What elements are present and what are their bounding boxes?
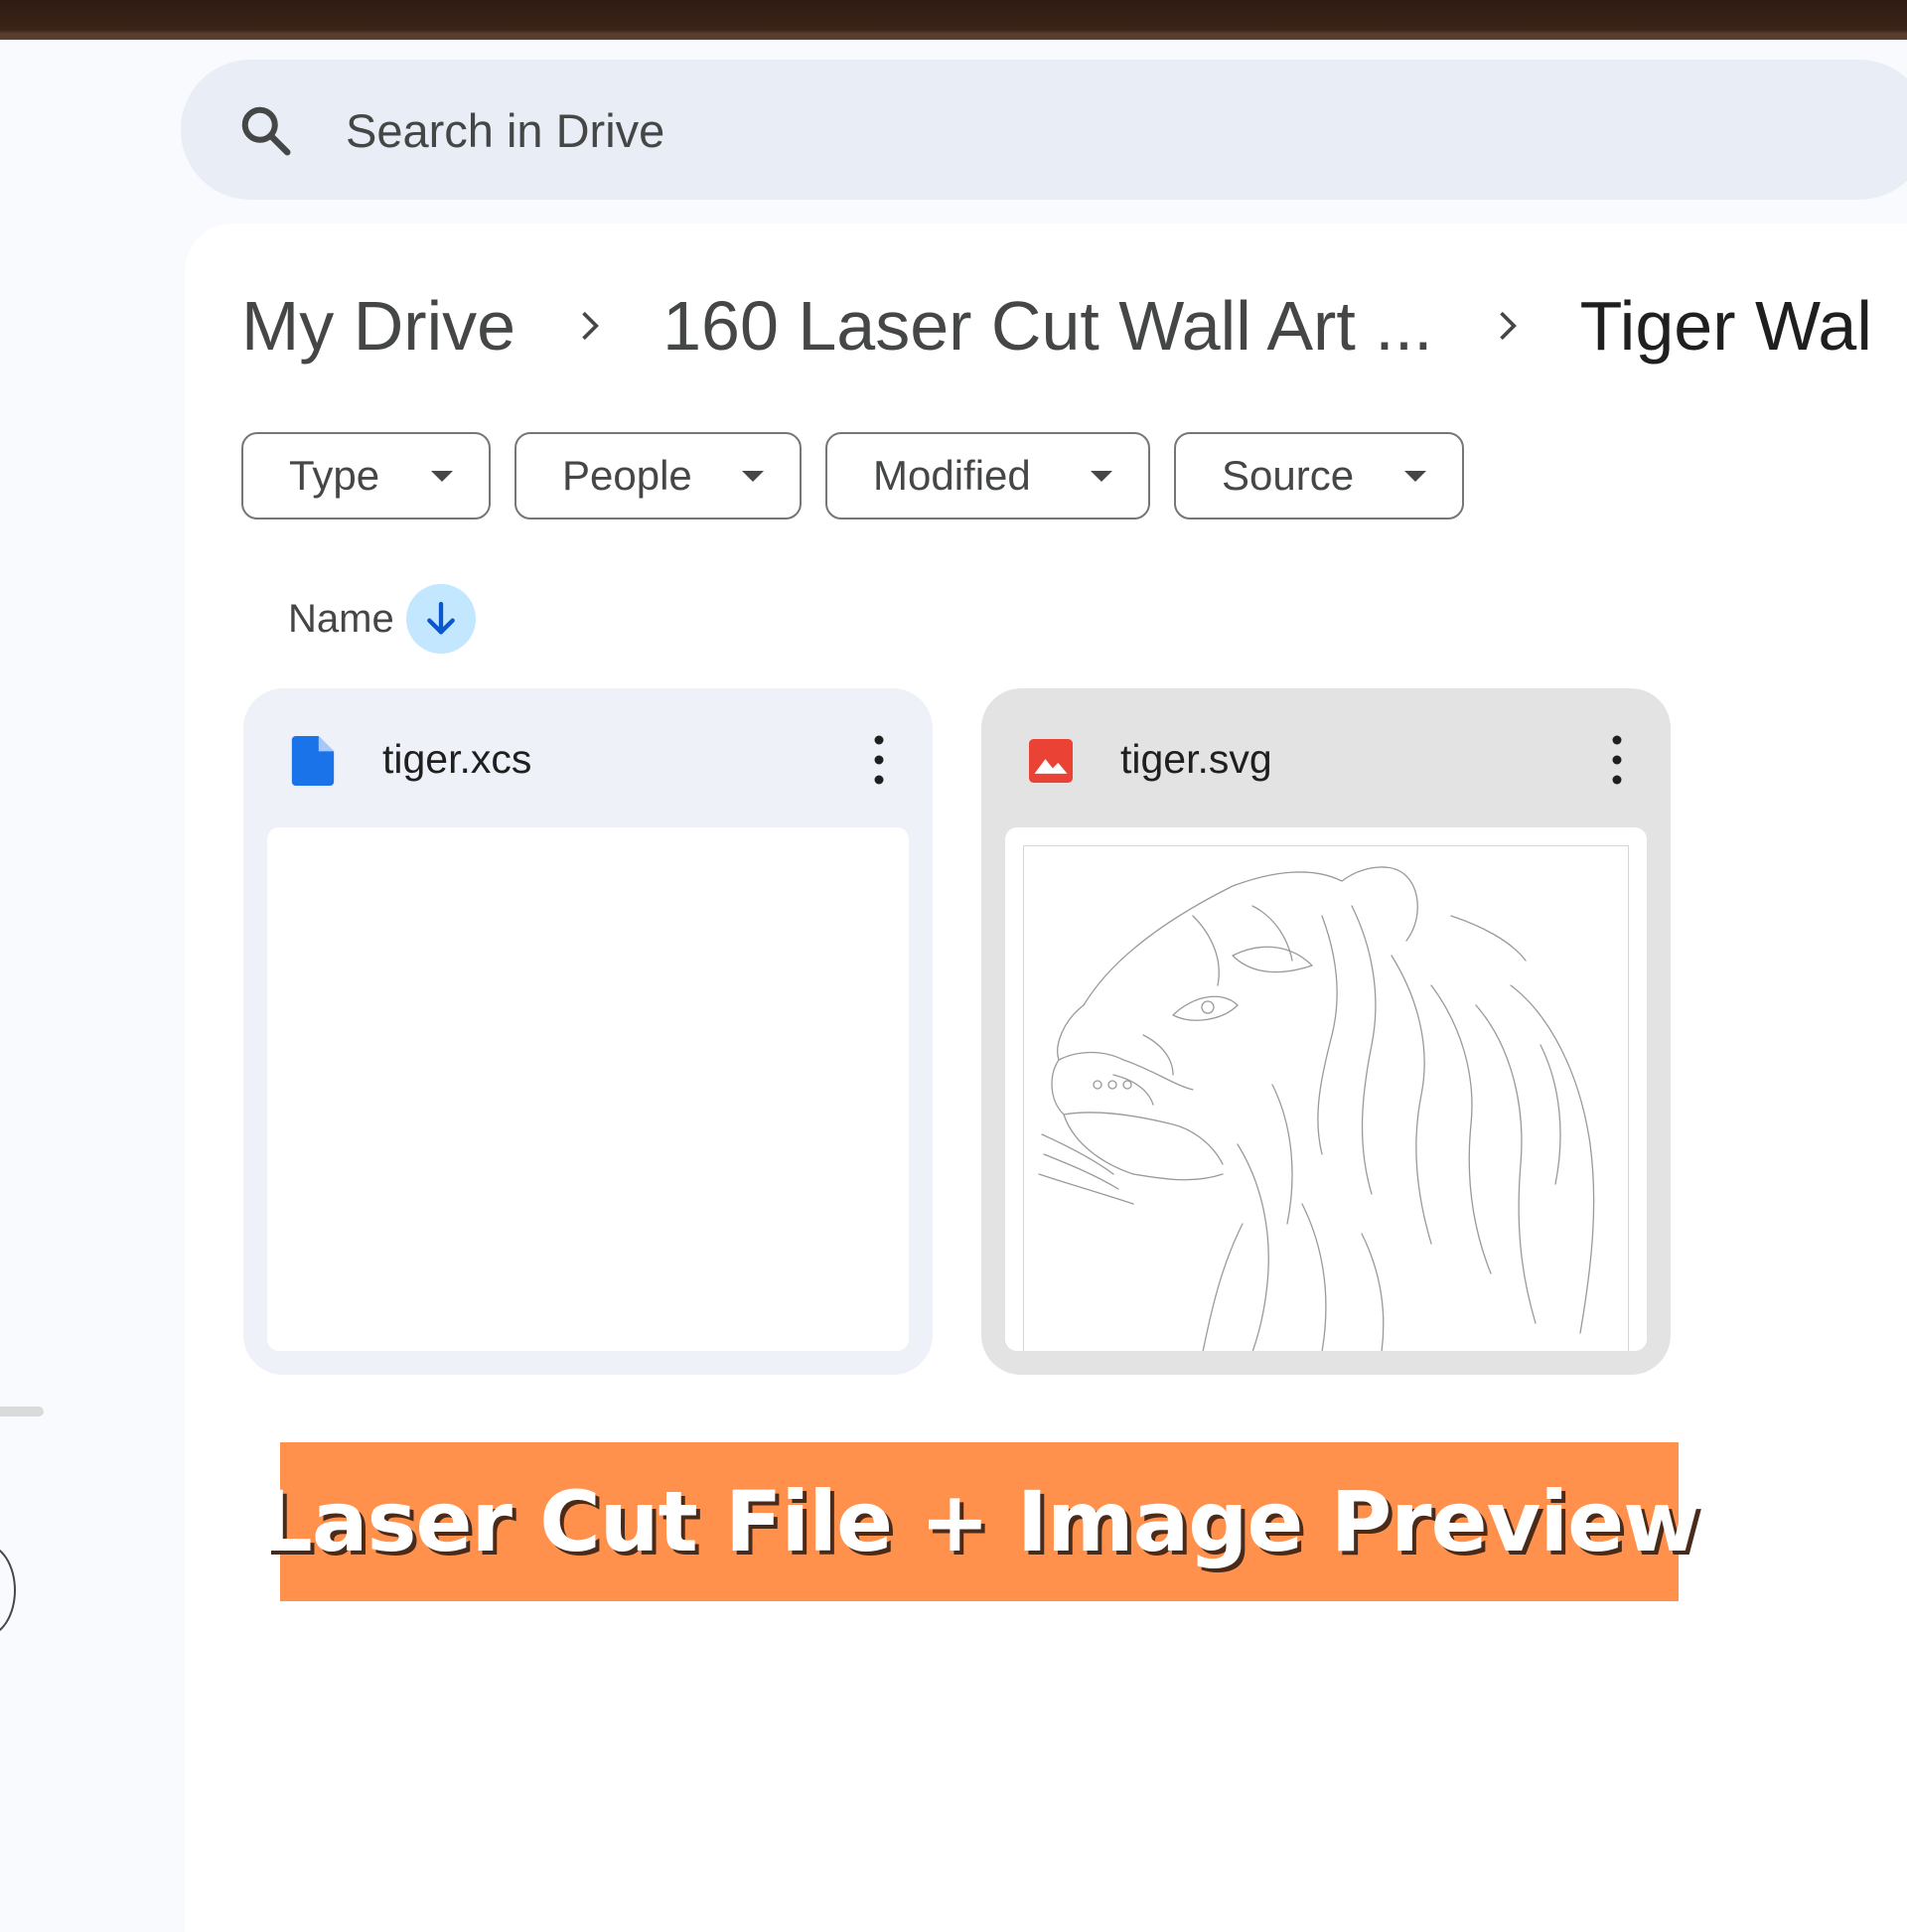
more-options-icon[interactable]: [1607, 730, 1627, 790]
filter-people-chip[interactable]: People: [514, 432, 802, 520]
arrow-down-icon: [426, 601, 455, 635]
document-icon: [291, 736, 335, 786]
sort-control: Name: [288, 584, 476, 654]
tiger-line-drawing: [1023, 845, 1629, 1351]
file-card-header: tiger.xcs: [243, 688, 933, 827]
window-top-bar: [0, 0, 1907, 40]
breadcrumb: My Drive 160 Laser Cut Wall Art ... Tige…: [241, 286, 1872, 366]
sidebar-storage-bar: [0, 1407, 44, 1416]
breadcrumb-parent-folder[interactable]: 160 Laser Cut Wall Art ...: [662, 286, 1433, 366]
file-name[interactable]: tiger.xcs: [382, 736, 531, 783]
breadcrumb-current-folder[interactable]: Tiger Wal: [1580, 286, 1872, 366]
search-icon[interactable]: [236, 101, 296, 161]
file-card-header: tiger.svg: [981, 688, 1671, 827]
sidebar-partial-button[interactable]: [0, 1544, 16, 1637]
caret-down-icon: [1404, 470, 1426, 482]
filter-type-label: Type: [289, 452, 380, 499]
file-name[interactable]: tiger.svg: [1120, 736, 1272, 783]
filter-modified-label: Modified: [873, 452, 1031, 499]
filter-type-chip[interactable]: Type: [241, 432, 491, 520]
breadcrumb-my-drive[interactable]: My Drive: [241, 286, 515, 366]
chevron-right-icon: [582, 311, 600, 341]
file-card-tiger-xcs[interactable]: tiger.xcs: [243, 688, 933, 1375]
caption-banner: Laser Cut File + Image Preview: [259, 1442, 1700, 1601]
search-input[interactable]: Search in Drive: [346, 103, 664, 158]
caret-down-icon: [742, 470, 764, 482]
search-bar[interactable]: Search in Drive: [181, 60, 1907, 200]
caret-down-icon: [431, 470, 453, 482]
caption-banner-text: Laser Cut File + Image Preview: [259, 1473, 1699, 1570]
filter-source-chip[interactable]: Source: [1174, 432, 1464, 520]
caret-down-icon: [1091, 470, 1112, 482]
file-thumbnail-blank[interactable]: [267, 827, 909, 1351]
image-icon: [1029, 739, 1073, 783]
filter-chips: Type People Modified Source: [241, 432, 1488, 520]
file-card-tiger-svg[interactable]: tiger.svg: [981, 688, 1671, 1375]
sort-name-label[interactable]: Name: [288, 597, 394, 642]
sort-direction-button[interactable]: [405, 584, 476, 654]
file-thumbnail-tiger[interactable]: [1005, 827, 1647, 1351]
filter-people-label: People: [562, 452, 692, 499]
filter-source-label: Source: [1222, 452, 1355, 499]
chevron-right-icon: [1499, 311, 1517, 341]
more-options-icon[interactable]: [869, 730, 889, 790]
filter-modified-chip[interactable]: Modified: [825, 432, 1150, 520]
